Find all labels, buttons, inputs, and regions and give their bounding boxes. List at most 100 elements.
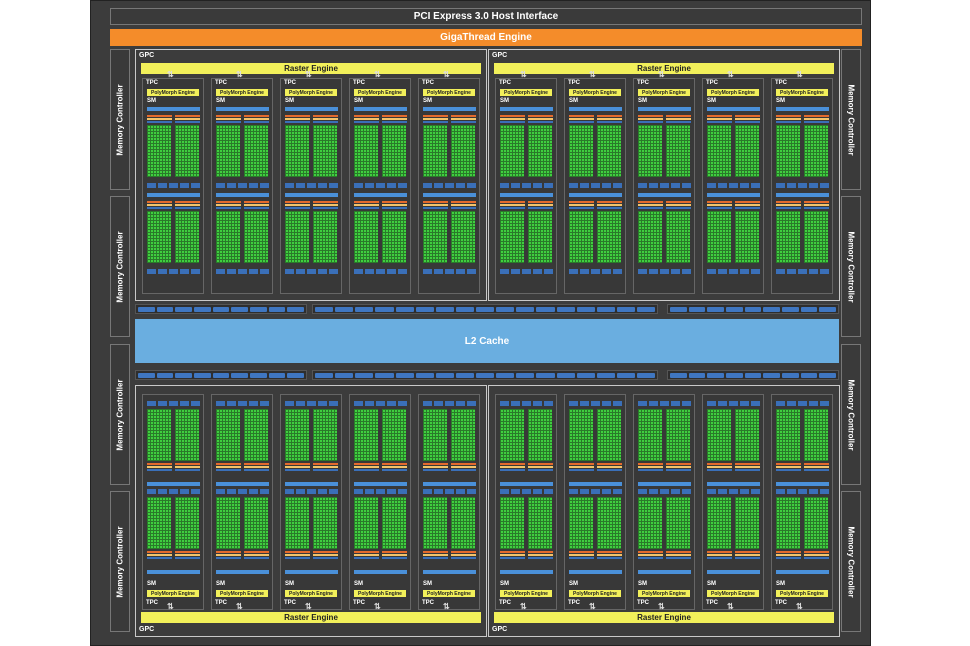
texture-unit xyxy=(467,183,476,188)
scheduler-strip xyxy=(666,115,691,117)
crossbar-cell xyxy=(355,306,374,312)
instruction-cache-bar xyxy=(147,570,200,574)
texture-unit xyxy=(740,489,749,494)
texture-unit xyxy=(307,401,316,406)
polymorph-engine: PolyMorph Engine xyxy=(216,590,268,597)
scheduler-strip xyxy=(147,466,172,468)
cuda-core-cells xyxy=(569,125,593,177)
scheduler-strip xyxy=(285,115,310,117)
crossbar-cell xyxy=(315,306,334,312)
scheduler-strip xyxy=(423,551,448,553)
scheduler-strip xyxy=(313,201,338,203)
streaming-multiprocessor xyxy=(776,489,829,574)
scheduler-strip xyxy=(147,469,172,471)
scheduler-strip xyxy=(285,118,310,120)
cuda-core-cells xyxy=(354,211,378,263)
load-store-row xyxy=(707,183,760,188)
bidirectional-arrow-icon: ⇅ xyxy=(374,602,381,611)
scheduler-strip xyxy=(451,466,476,468)
texture-unit xyxy=(820,183,829,188)
scheduler-strip xyxy=(707,201,732,203)
texture-unit xyxy=(445,183,454,188)
texture-unit xyxy=(329,269,338,274)
scheduler-strip xyxy=(707,463,732,465)
scheduler-strip xyxy=(638,118,663,120)
texture-unit xyxy=(398,183,407,188)
scheduler-strip xyxy=(735,207,760,209)
instruction-cache-bar xyxy=(354,570,407,574)
cuda-core-cells xyxy=(285,497,309,549)
scheduler-strip xyxy=(597,121,622,123)
scheduler-strip xyxy=(597,551,622,553)
tpc-2: TPC ⇅ PolyMorph Engine SM xyxy=(564,394,626,611)
streaming-multiprocessor xyxy=(500,401,553,486)
streaming-multiprocessor xyxy=(569,107,622,192)
scheduler-strip xyxy=(638,554,663,556)
scheduler-strip xyxy=(354,121,379,123)
cuda-core-cells xyxy=(666,125,690,177)
scheduler-strip xyxy=(216,469,241,471)
instruction-cache-bar xyxy=(569,107,622,111)
cuda-core-cells xyxy=(451,125,475,177)
cuda-core-cells xyxy=(423,211,447,263)
cuda-core-cells xyxy=(638,211,662,263)
tpc-label: TPC xyxy=(568,80,580,86)
texture-unit xyxy=(671,401,680,406)
instruction-cache-bar xyxy=(569,193,622,197)
scheduler-strip xyxy=(500,118,525,120)
texture-unit xyxy=(649,489,658,494)
texture-unit xyxy=(456,489,465,494)
texture-unit xyxy=(798,269,807,274)
texture-unit xyxy=(500,489,509,494)
load-store-row xyxy=(500,183,553,188)
scheduler-strip xyxy=(244,115,269,117)
scheduler-strip xyxy=(423,554,448,556)
scheduler-strip xyxy=(216,201,241,203)
scheduler-strip xyxy=(735,551,760,553)
texture-unit xyxy=(809,401,818,406)
texture-unit xyxy=(376,183,385,188)
texture-unit xyxy=(169,401,178,406)
scheduler-strip xyxy=(285,204,310,206)
scheduler-strip xyxy=(423,118,448,120)
scheduler-strip xyxy=(354,466,379,468)
cuda-core-cells xyxy=(244,497,268,549)
instruction-cache-bar xyxy=(147,482,200,486)
raster-engine: Raster Engine xyxy=(494,612,834,623)
scheduler-strip xyxy=(147,204,172,206)
tpc-1: TPC ⇅ PolyMorph Engine SM xyxy=(142,394,204,611)
texture-unit xyxy=(387,183,396,188)
load-store-row xyxy=(500,269,553,274)
cuda-core-cells xyxy=(804,497,828,549)
texture-unit xyxy=(638,401,647,406)
memory-controller-right-3: Memory Controller xyxy=(841,344,861,485)
instruction-cache-bar xyxy=(500,193,553,197)
bidirectional-arrow-icon: ⇅ xyxy=(236,602,243,611)
texture-unit xyxy=(158,401,167,406)
texture-unit xyxy=(500,269,509,274)
instruction-cache-bar xyxy=(569,482,622,486)
scheduler-strip xyxy=(735,554,760,556)
texture-unit xyxy=(729,183,738,188)
scheduler-strip xyxy=(569,207,594,209)
scheduler-strip xyxy=(707,466,732,468)
streaming-multiprocessor xyxy=(354,193,407,278)
scheduler-strip xyxy=(216,118,241,120)
streaming-multiprocessor xyxy=(147,401,200,486)
crossbar-cell xyxy=(516,372,535,378)
scheduler-strip xyxy=(707,557,732,559)
scheduler-strip xyxy=(528,469,553,471)
gpc-label: GPC xyxy=(492,626,508,633)
load-store-row xyxy=(569,269,622,274)
load-store-row xyxy=(569,183,622,188)
crossbar-cell xyxy=(212,372,230,378)
crossbar-cell xyxy=(688,372,706,378)
scheduler-strip xyxy=(597,115,622,117)
bidirectional-arrow-icon: ⇅ xyxy=(305,602,312,611)
crossbar-cell xyxy=(800,372,818,378)
crossbar-cell xyxy=(395,372,414,378)
load-store-row xyxy=(638,183,691,188)
tpc-5: TPC ⇅ PolyMorph Engine SM xyxy=(771,394,833,611)
scheduler-strip xyxy=(666,557,691,559)
scheduler-strip xyxy=(175,551,200,553)
